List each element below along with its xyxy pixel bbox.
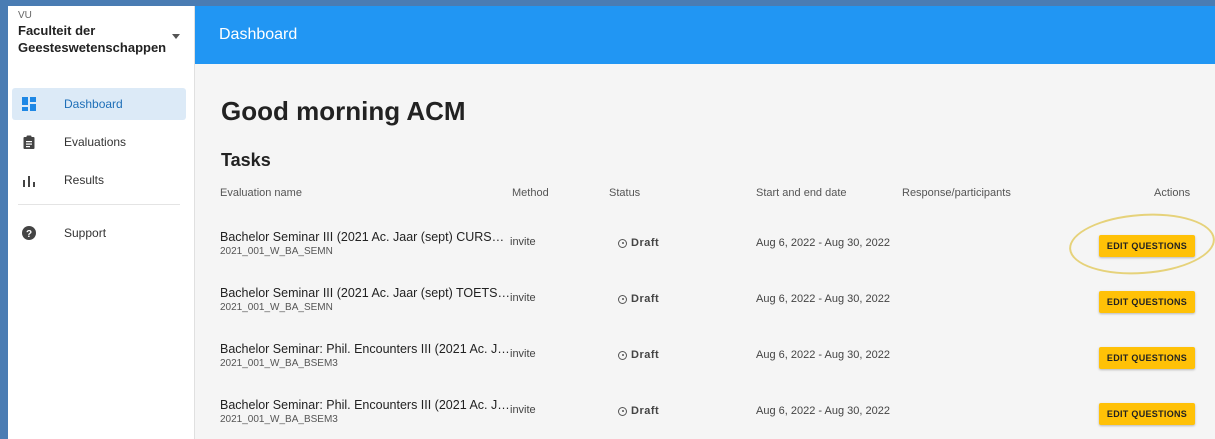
sidebar: VU Faculteit der Geesteswetenschappen Da… — [8, 6, 195, 439]
status-badge: Draft — [618, 237, 659, 249]
sidebar-item-label: Support — [64, 226, 107, 240]
column-header-response[interactable]: Response/participants — [902, 187, 1011, 199]
evaluation-dates: Aug 6, 2022 - Aug 30, 2022 — [756, 293, 890, 305]
sidebar-item-support[interactable]: ? Support — [12, 217, 186, 249]
dashboard-icon — [22, 97, 36, 111]
column-header-name[interactable]: Evaluation name — [220, 187, 302, 199]
sidebar-item-evaluations[interactable]: Evaluations — [12, 126, 186, 158]
column-header-dates[interactable]: Start and end date — [756, 187, 847, 199]
draft-status-icon — [618, 294, 627, 304]
app-bar: Dashboard — [195, 6, 1215, 64]
evaluation-dates: Aug 6, 2022 - Aug 30, 2022 — [756, 237, 890, 249]
sidebar-item-label: Results — [64, 173, 105, 187]
edit-questions-button[interactable]: EDIT QUESTIONS — [1099, 291, 1195, 313]
column-header-actions: Actions — [1154, 187, 1191, 199]
draft-status-icon — [618, 238, 627, 248]
org-code: VU — [18, 10, 32, 21]
evaluation-code: 2021_001_W_BA_BSEM3 — [220, 414, 338, 425]
table-row[interactable]: Bachelor Seminar: Phil. Encounters III (… — [195, 326, 1215, 382]
main-content: Dashboard Good morning ACM Tasks Evaluat… — [195, 6, 1215, 439]
evaluation-name[interactable]: Bachelor Seminar III (2021 Ac. Jaar (sep… — [220, 230, 510, 244]
svg-text:?: ? — [26, 229, 32, 240]
status-badge: Draft — [618, 293, 659, 305]
sidebar-item-dashboard[interactable]: Dashboard — [12, 88, 186, 120]
evaluation-code: 2021_001_W_BA_SEMN — [220, 302, 333, 313]
column-header-method[interactable]: Method — [512, 187, 549, 199]
table-row[interactable]: Bachelor Seminar: Phil. Encounters III (… — [195, 382, 1215, 438]
status-badge: Draft — [618, 405, 659, 417]
bar-chart-icon — [22, 173, 36, 187]
clipboard-icon — [22, 135, 36, 149]
status-label: Draft — [631, 349, 660, 361]
evaluation-method: invite — [510, 236, 536, 248]
tasks-heading: Tasks — [221, 150, 271, 170]
evaluation-name[interactable]: Bachelor Seminar: Phil. Encounters III (… — [220, 342, 510, 356]
organization-switcher[interactable]: VU Faculteit der Geesteswetenschappen — [8, 6, 194, 74]
evaluation-code: 2021_001_W_BA_BSEM3 — [220, 358, 338, 369]
sidebar-item-label: Dashboard — [64, 97, 123, 111]
status-badge: Draft — [618, 349, 659, 361]
evaluation-dates: Aug 6, 2022 - Aug 30, 2022 — [756, 405, 890, 417]
evaluation-method: invite — [510, 292, 536, 304]
tasks-table: Evaluation name Method Status Start and … — [195, 182, 1215, 438]
table-header: Evaluation name Method Status Start and … — [195, 182, 1215, 206]
evaluation-name[interactable]: Bachelor Seminar III (2021 Ac. Jaar (sep… — [220, 286, 510, 300]
evaluation-method: invite — [510, 404, 536, 416]
greeting-heading: Good morning ACM — [221, 96, 466, 126]
status-label: Draft — [631, 405, 660, 417]
org-name: Faculteit der Geesteswetenschappen — [18, 23, 167, 55]
edit-questions-button[interactable]: EDIT QUESTIONS — [1099, 347, 1195, 369]
draft-status-icon — [618, 350, 627, 360]
status-label: Draft — [631, 237, 660, 249]
edit-questions-button[interactable]: EDIT QUESTIONS — [1099, 403, 1195, 425]
edit-questions-button[interactable]: EDIT QUESTIONS — [1099, 235, 1195, 257]
status-label: Draft — [631, 293, 660, 305]
evaluation-code: 2021_001_W_BA_SEMN — [220, 246, 333, 257]
chevron-down-icon — [172, 34, 180, 39]
evaluation-method: invite — [510, 348, 536, 360]
page-title: Dashboard — [219, 26, 298, 43]
table-row[interactable]: Bachelor Seminar III (2021 Ac. Jaar (sep… — [195, 214, 1215, 270]
evaluation-dates: Aug 6, 2022 - Aug 30, 2022 — [756, 349, 890, 361]
sidebar-item-results[interactable]: Results — [12, 164, 186, 196]
sidebar-item-label: Evaluations — [64, 135, 127, 149]
draft-status-icon — [618, 406, 627, 416]
evaluation-name[interactable]: Bachelor Seminar: Phil. Encounters III (… — [220, 398, 510, 412]
column-header-status[interactable]: Status — [609, 187, 640, 199]
sidebar-nav: Dashboard Evaluations Results ? Support — [8, 88, 194, 249]
table-row[interactable]: Bachelor Seminar III (2021 Ac. Jaar (sep… — [195, 270, 1215, 326]
help-circle-icon: ? — [22, 226, 36, 240]
sidebar-divider — [18, 204, 180, 205]
